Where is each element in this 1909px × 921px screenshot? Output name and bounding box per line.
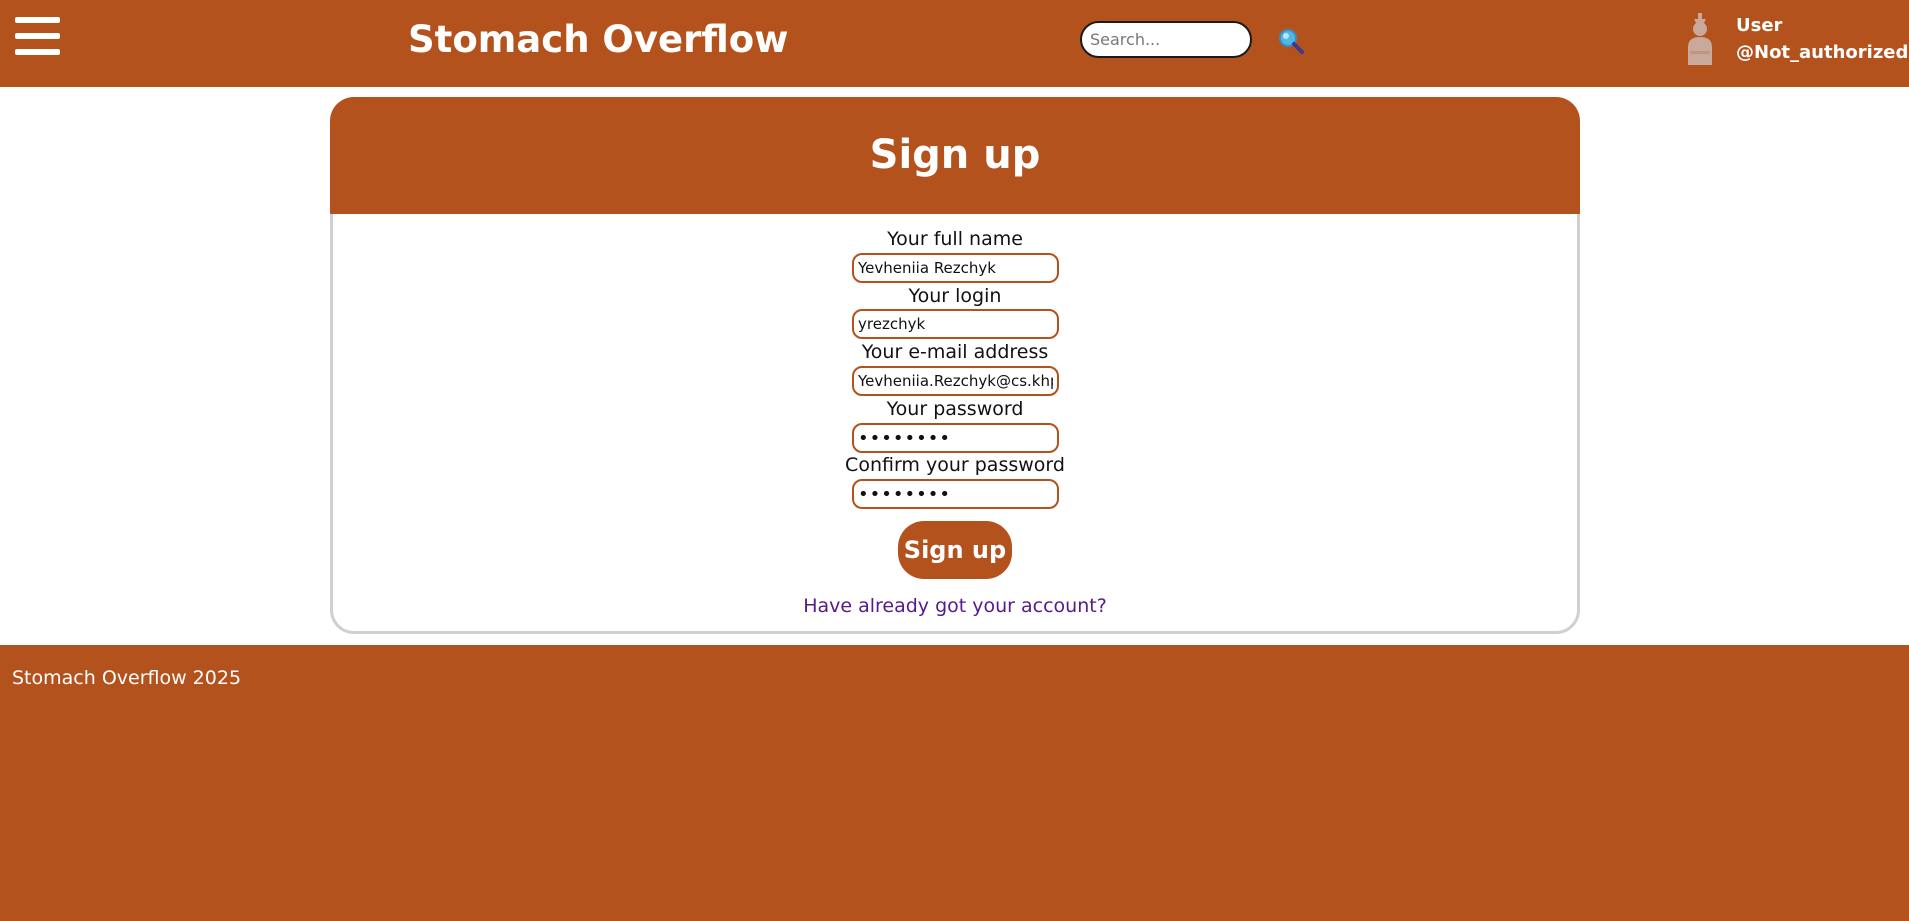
email-field[interactable]: [852, 366, 1059, 396]
confirm-password-field[interactable]: [852, 479, 1059, 509]
user-handle[interactable]: @Not_authorized: [1736, 41, 1908, 65]
password-label: Your password: [886, 398, 1024, 420]
user-silhouette-icon[interactable]: [1680, 13, 1720, 65]
login-label: Your login: [908, 285, 1002, 307]
magnifier-icon[interactable]: [1276, 26, 1306, 56]
footer: Stomach Overflow 2025: [0, 645, 1909, 921]
email-label: Your e-mail address: [861, 341, 1049, 363]
hamburger-bar: [15, 17, 60, 23]
sign-up-button[interactable]: Sign up: [898, 521, 1012, 579]
signup-card-header: Sign up: [330, 97, 1580, 214]
top-header: Stomach Overflow User @Not_authorized: [0, 0, 1909, 87]
password-field[interactable]: [852, 423, 1059, 453]
hamburger-menu-icon[interactable]: [15, 15, 60, 57]
login-field[interactable]: [852, 309, 1059, 339]
site-title[interactable]: Stomach Overflow: [408, 16, 788, 64]
full-name-label: Your full name: [887, 228, 1023, 250]
confirm-password-label: Confirm your password: [845, 454, 1065, 476]
hamburger-bar: [15, 33, 60, 39]
hamburger-bar: [15, 49, 60, 55]
user-name[interactable]: User: [1736, 14, 1782, 38]
footer-text: Stomach Overflow 2025: [12, 667, 242, 689]
search-input[interactable]: [1080, 21, 1252, 58]
signup-title: Sign up: [869, 132, 1041, 178]
login-link[interactable]: Have already got your account?: [730, 594, 1180, 618]
full-name-field[interactable]: [852, 253, 1059, 283]
